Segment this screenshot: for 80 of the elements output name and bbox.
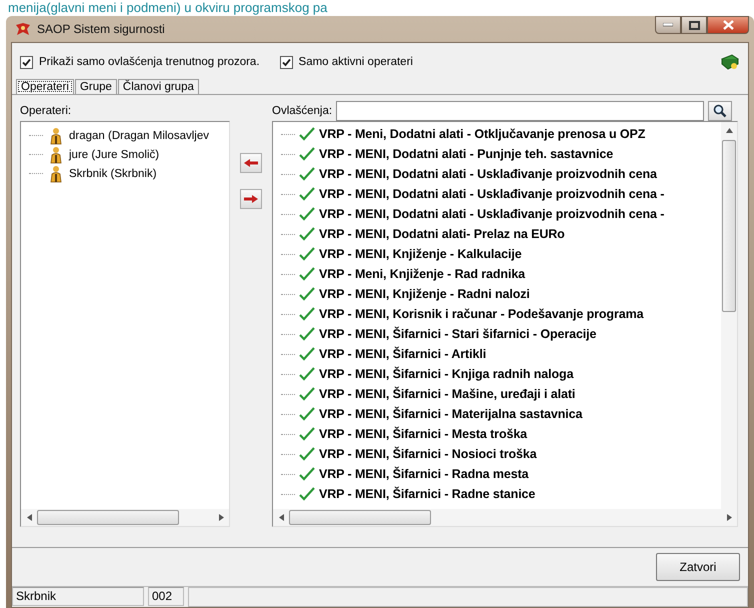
- check-icon: [299, 167, 315, 181]
- checkbox-label: Samo aktivni operateri: [298, 56, 413, 68]
- user-icon: [49, 164, 63, 182]
- permission-item[interactable]: VRP - MENI, Knjiženje - Radni nalozi: [319, 287, 530, 301]
- vertical-scrollbar[interactable]: [721, 122, 737, 509]
- search-field[interactable]: [336, 101, 704, 121]
- maximize-button[interactable]: [681, 16, 707, 34]
- permission-item[interactable]: VRP - MENI, Šifarnici - Mesta troška: [319, 427, 528, 441]
- scroll-up-icon[interactable]: [726, 128, 732, 132]
- checkbox[interactable]: [280, 56, 293, 68]
- horizontal-scrollbar[interactable]: [273, 509, 737, 526]
- permission-item[interactable]: VRP - MENI, Dodatni alati- Prelaz na EURo: [319, 227, 565, 241]
- minimize-button[interactable]: [655, 16, 681, 34]
- user-icon: [49, 146, 63, 164]
- check-icon: [299, 187, 315, 201]
- close-button[interactable]: [707, 16, 749, 34]
- permission-item[interactable]: VRP - MENI, Knjiženje - Kalkulacije: [319, 247, 522, 261]
- horizontal-scrollbar[interactable]: [21, 509, 229, 526]
- check-icon: [299, 207, 315, 221]
- check-icon: [299, 487, 315, 501]
- permission-item[interactable]: VRP - MENI, Šifarnici - Materijalna sastavnica: [319, 407, 582, 421]
- permission-item[interactable]: VRP - MENI, Korisnik i računar - Podešavanje programa: [319, 307, 644, 321]
- permission-item[interactable]: VRP - MENI, Šifarnici - Mašine, uređaji i alati: [319, 387, 576, 401]
- check-icon: [299, 327, 315, 341]
- window-title: SAOP Sistem sigurnosti: [37, 22, 165, 36]
- tab[interactable]: Grupe: [74, 79, 117, 94]
- permission-item[interactable]: VRP - MENI, Šifarnici - Artikli: [319, 347, 486, 361]
- left-arrow-icon: [243, 158, 259, 168]
- close-dialog-button[interactable]: Zatvori: [656, 553, 740, 581]
- check-icon: [299, 387, 315, 401]
- permission-item[interactable]: VRP - MENI, Dodatni alati - Usklađivanje proizvodnih cena -: [319, 187, 664, 201]
- permission-item[interactable]: VRP - MENI, Dodatni alati - Usklađivanje proizvodnih cena -: [319, 207, 664, 221]
- check-icon: [299, 347, 315, 361]
- close-icon: [722, 20, 734, 30]
- operator-item[interactable]: dragan (Dragan Milosavljev: [69, 130, 209, 142]
- scroll-right-icon[interactable]: [726, 514, 732, 521]
- check-icon: [299, 467, 315, 481]
- permissions-label: Ovlašćenja:: [272, 104, 332, 119]
- permission-item[interactable]: VRP - MENI, Šifarnici - Nosioci troška: [319, 447, 537, 461]
- permission-item[interactable]: VRP - Meni, Knjiženje - Rad radnika: [319, 267, 526, 281]
- scroll-left-icon[interactable]: [26, 514, 32, 521]
- scroll-left-icon[interactable]: [278, 514, 284, 521]
- check-icon: [299, 227, 315, 241]
- right-arrow-icon: [243, 194, 259, 204]
- page-heading: menija(glavni meni i podmeni) u okviru programskog pa: [7, 0, 328, 16]
- checkbox-label: Prikaži samo ovlašćenja trenutnog prozora.: [39, 56, 260, 68]
- check-icon: [299, 267, 315, 281]
- check-icon: [299, 307, 315, 321]
- permission-item[interactable]: VRP - MENI, Šifarnici - Radne stanice: [319, 487, 536, 501]
- status-field: 002: [148, 587, 184, 606]
- check-icon: [299, 367, 315, 381]
- minimize-icon: [663, 23, 673, 27]
- tab[interactable]: Članovi grupa: [118, 79, 199, 94]
- tab[interactable]: Operateri: [16, 79, 74, 94]
- check-icon: [299, 407, 315, 421]
- status-field: Skrbnik: [12, 587, 144, 606]
- permission-item[interactable]: VRP - MENI, Dodatni alati - Punjnje teh. sastavnice: [319, 147, 614, 161]
- search-button[interactable]: [708, 101, 732, 121]
- permission-item[interactable]: VRP - MENI, Šifarnici - Stari šifarnici - Operacije: [319, 327, 596, 341]
- operators-label: Operateri:: [20, 104, 72, 119]
- search-icon: [713, 104, 728, 118]
- permission-item[interactable]: VRP - Meni, Dodatni alati - Otključavanje prenosa u OPZ: [319, 127, 646, 141]
- permission-item[interactable]: VRP - MENI, Šifarnici - Knjiga radnih naloga: [319, 367, 574, 381]
- check-icon: [299, 427, 315, 441]
- user-icon: [49, 126, 63, 144]
- check-icon: [299, 287, 315, 301]
- operator-item[interactable]: Skrbnik (Skrbnik): [69, 168, 157, 180]
- add-arrow-button[interactable]: [240, 153, 262, 173]
- checkbox[interactable]: [20, 56, 33, 68]
- scroll-right-icon[interactable]: [218, 514, 224, 521]
- check-icon: [299, 147, 315, 161]
- check-icon: [299, 447, 315, 461]
- permission-item[interactable]: VRP - MENI, Šifarnici - Radna mesta: [319, 467, 529, 481]
- check-icon: [299, 127, 315, 141]
- permission-item[interactable]: VRP - MENI, Dodatni alati - Usklađivanje proizvodnih cena: [319, 167, 657, 181]
- app-icon: [15, 22, 31, 36]
- operator-item[interactable]: jure (Jure Smolič): [69, 148, 160, 160]
- remove-arrow-button[interactable]: [240, 189, 262, 209]
- maximize-icon: [688, 20, 700, 30]
- check-icon: [299, 247, 315, 261]
